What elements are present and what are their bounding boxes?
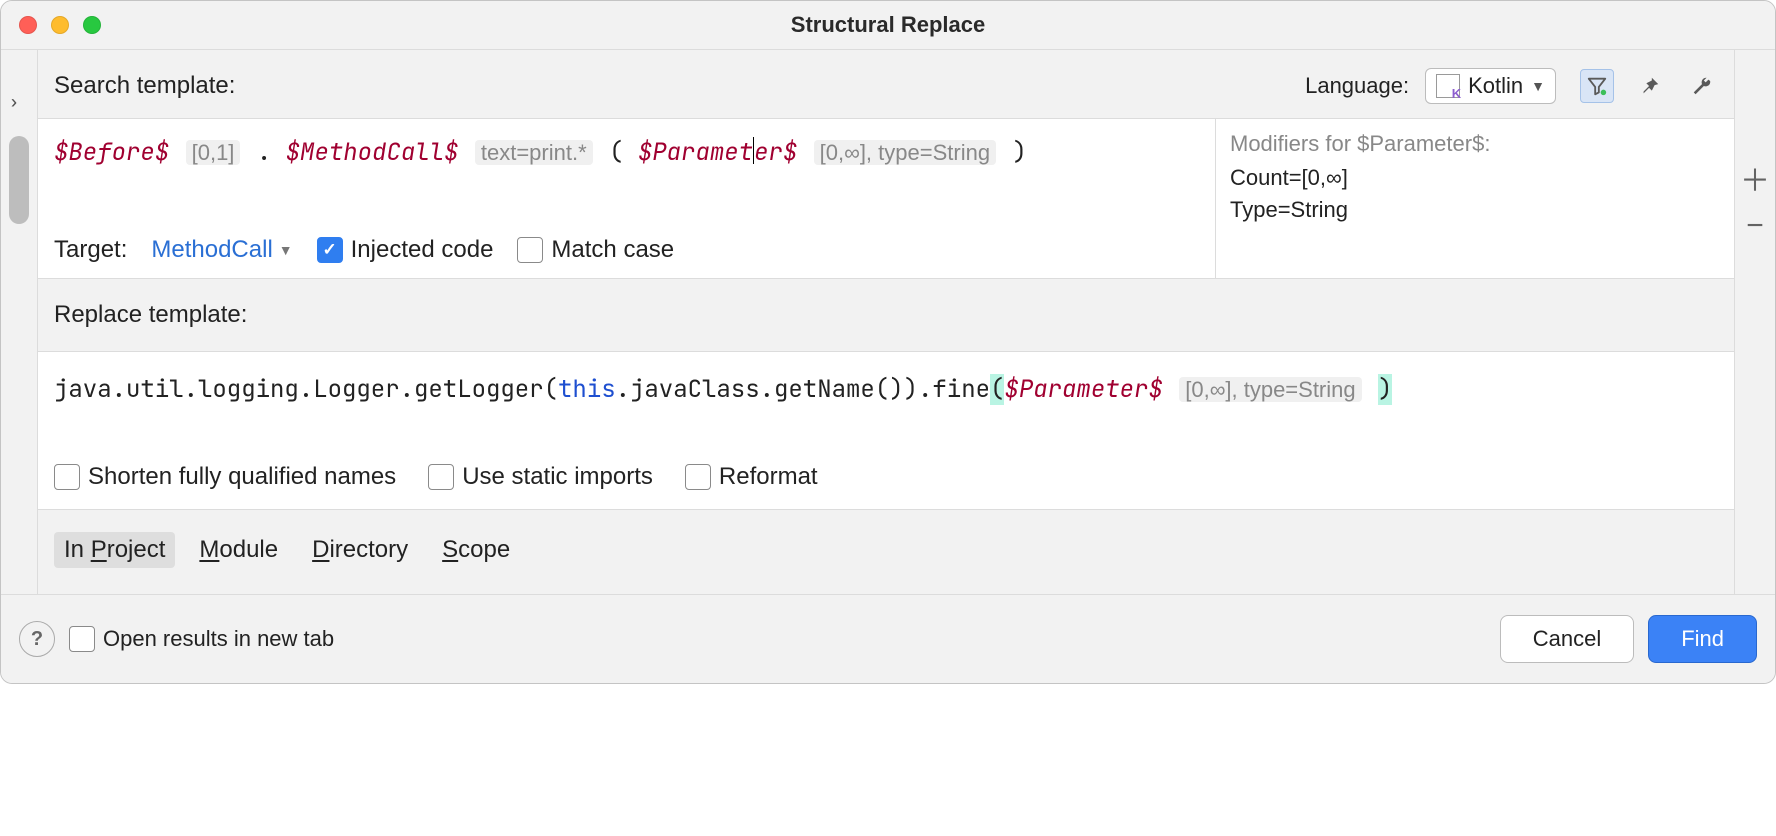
window-controls	[19, 16, 101, 34]
language-value: Kotlin	[1468, 73, 1523, 99]
hint-parameter: [0,∞], type=String	[1179, 377, 1361, 402]
funnel-icon	[1586, 75, 1608, 97]
scope-tab-module[interactable]: Module	[189, 532, 288, 568]
kotlin-icon	[1436, 74, 1460, 98]
match-case-checkbox[interactable]: Match case	[517, 236, 674, 264]
hint-before: [0,1]	[186, 140, 241, 165]
add-modifier-button[interactable]: ＋	[1735, 154, 1775, 202]
modifiers-pane: Modifiers for $Parameter$: Count=[0,∞] T…	[1216, 119, 1734, 278]
cancel-button[interactable]: Cancel	[1500, 615, 1634, 663]
help-button[interactable]: ?	[19, 621, 55, 657]
pin-icon	[1639, 75, 1661, 97]
language-label: Language:	[1305, 73, 1409, 99]
search-header-row: Search template: Language: Kotlin ▼	[38, 50, 1734, 118]
language-select[interactable]: Kotlin ▼	[1425, 68, 1556, 104]
replace-template-editor[interactable]: java.util.logging.Logger.getLogger(this.…	[38, 351, 1734, 510]
var-parameter: $Parameter$	[1004, 374, 1162, 405]
filter-button[interactable]	[1580, 69, 1614, 103]
window-title: Structural Replace	[791, 12, 985, 38]
target-label: Target:	[54, 236, 127, 264]
dialog-window: Structural Replace ›› Search template: L…	[0, 0, 1776, 684]
var-before: $Before$	[54, 137, 169, 168]
chevron-down-icon: ▼	[279, 242, 293, 258]
close-window-button[interactable]	[19, 16, 37, 34]
scope-tab-project[interactable]: In Project	[54, 532, 175, 568]
zoom-window-button[interactable]	[83, 16, 101, 34]
modifier-row[interactable]: Count=[0,∞]	[1230, 165, 1720, 191]
matched-paren-open: (	[990, 374, 1004, 405]
var-methodcall: $MethodCall$	[286, 137, 459, 168]
target-select[interactable]: MethodCall ▼	[151, 236, 292, 264]
right-gutter: ＋ −	[1734, 50, 1775, 594]
search-template-label: Search template:	[54, 72, 235, 100]
matched-paren-close: )	[1378, 374, 1392, 405]
scope-tab-scope[interactable]: Scope	[432, 532, 520, 568]
minimize-window-button[interactable]	[51, 16, 69, 34]
titlebar: Structural Replace	[1, 1, 1775, 50]
static-imports-checkbox[interactable]: Use static imports	[428, 463, 653, 491]
var-parameter: $Parameter$	[638, 137, 797, 168]
scope-tab-directory[interactable]: Directory	[302, 532, 418, 568]
reformat-checkbox[interactable]: Reformat	[685, 463, 818, 491]
injected-code-checkbox[interactable]: Injected code	[317, 236, 494, 264]
remove-modifier-button[interactable]: −	[1735, 202, 1775, 250]
left-gutter: ››	[1, 50, 38, 594]
modifiers-title: Modifiers for $Parameter$:	[1230, 131, 1720, 157]
open-results-new-tab-checkbox[interactable]: Open results in new tab	[69, 626, 334, 652]
hint-parameter: [0,∞], type=String	[814, 140, 996, 165]
shorten-names-checkbox[interactable]: Shorten fully qualified names	[54, 463, 396, 491]
tools-button[interactable]	[1686, 70, 1718, 102]
pin-button[interactable]	[1634, 70, 1666, 102]
wrench-icon	[1691, 75, 1713, 97]
scope-tabs: In Project Module Directory Scope	[38, 510, 1734, 594]
search-template-editor[interactable]: $Before$ [0,1] . $MethodCall$ text=print…	[38, 119, 1216, 278]
hint-methodcall: text=print.*	[475, 140, 593, 165]
find-button[interactable]: Find	[1648, 615, 1757, 663]
replace-template-label: Replace template:	[38, 279, 1734, 351]
dialog-footer: ? Open results in new tab Cancel Find	[1, 594, 1775, 683]
keyword-this: this	[558, 374, 616, 405]
left-scroll-thumb[interactable]	[9, 136, 29, 224]
modifier-row[interactable]: Type=String	[1230, 197, 1720, 223]
chevron-down-icon: ▼	[1531, 78, 1545, 94]
